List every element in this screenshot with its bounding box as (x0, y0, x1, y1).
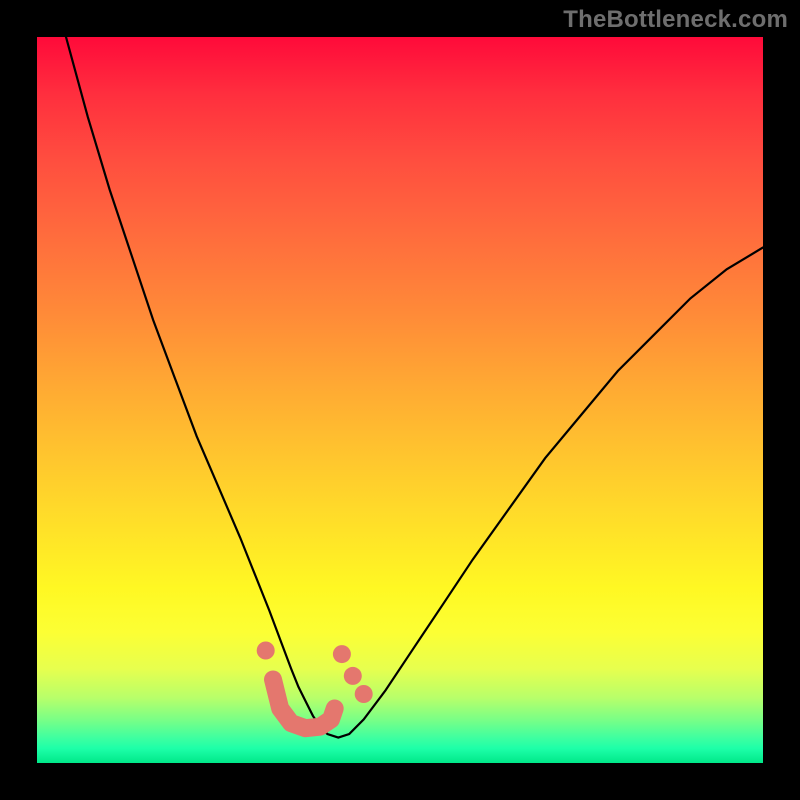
marker-dot (355, 685, 373, 703)
marker-dot (344, 667, 362, 685)
chart-svg (37, 37, 763, 763)
optimal-u-marker (273, 680, 335, 729)
bottleneck-curve (66, 37, 763, 738)
chart-frame: TheBottleneck.com (0, 0, 800, 800)
marker-dot (257, 642, 275, 660)
watermark-text: TheBottleneck.com (563, 6, 788, 34)
plot-area (37, 37, 763, 763)
marker-dot (333, 645, 351, 663)
